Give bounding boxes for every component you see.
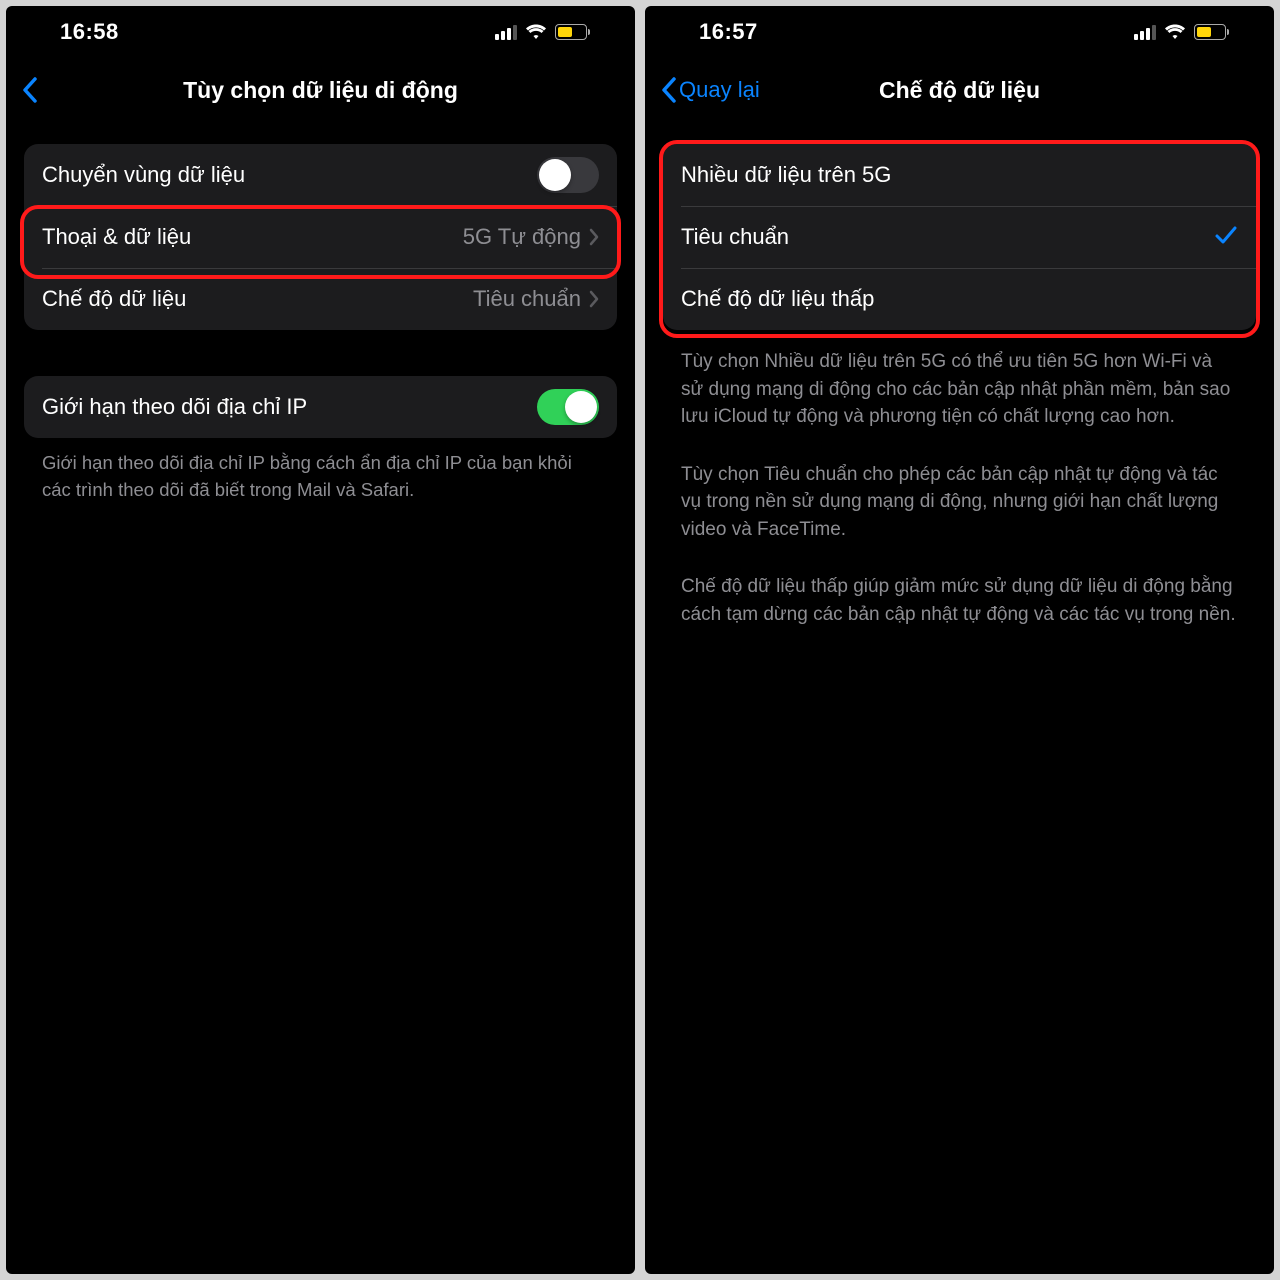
row-value: 5G Tự động bbox=[463, 224, 581, 250]
chevron-right-icon bbox=[589, 290, 599, 308]
settings-group-1: Chuyển vùng dữ liệu Thoại & dữ liệu 5G T… bbox=[24, 144, 617, 330]
chevron-right-icon bbox=[589, 228, 599, 246]
chevron-left-icon bbox=[661, 77, 677, 103]
row-data-roaming[interactable]: Chuyển vùng dữ liệu bbox=[24, 144, 617, 206]
signal-icon bbox=[1134, 24, 1156, 40]
footer-p2: Tùy chọn Tiêu chuẩn cho phép các bản cập… bbox=[681, 461, 1238, 544]
option-label: Nhiều dữ liệu trên 5G bbox=[681, 162, 891, 188]
chevron-left-icon bbox=[22, 77, 38, 103]
content: Chuyển vùng dữ liệu Thoại & dữ liệu 5G T… bbox=[6, 122, 635, 504]
content: Nhiều dữ liệu trên 5G Tiêu chuẩn Chế độ … bbox=[645, 122, 1274, 658]
row-limit-ip[interactable]: Giới hạn theo dõi địa chỉ IP bbox=[24, 376, 617, 438]
status-bar: 16:58 bbox=[6, 6, 635, 58]
page-title: Chế độ dữ liệu bbox=[879, 77, 1040, 104]
back-label: Quay lại bbox=[679, 77, 760, 103]
footer-p3: Chế độ dữ liệu thấp giúp giảm mức sử dụn… bbox=[681, 573, 1238, 628]
row-value: Tiêu chuẩn bbox=[473, 286, 581, 312]
option-low-data[interactable]: Chế độ dữ liệu thấp bbox=[663, 268, 1256, 330]
option-standard[interactable]: Tiêu chuẩn bbox=[663, 206, 1256, 268]
signal-icon bbox=[495, 24, 517, 40]
status-icons bbox=[495, 24, 587, 40]
phone-left: 16:58 Tùy chọn dữ liệu di động Chuyển vù… bbox=[6, 6, 635, 1274]
status-time: 16:57 bbox=[699, 19, 758, 45]
row-data-mode[interactable]: Chế độ dữ liệu Tiêu chuẩn bbox=[24, 268, 617, 330]
battery-icon bbox=[1194, 24, 1226, 40]
status-bar: 16:57 bbox=[645, 6, 1274, 58]
nav-bar: Tùy chọn dữ liệu di động bbox=[6, 58, 635, 122]
page-title: Tùy chọn dữ liệu di động bbox=[183, 77, 458, 104]
footer-p1: Tùy chọn Nhiều dữ liệu trên 5G có thể ưu… bbox=[681, 348, 1238, 431]
row-label: Chuyển vùng dữ liệu bbox=[42, 162, 245, 188]
back-button[interactable] bbox=[22, 77, 38, 103]
wifi-icon bbox=[1164, 24, 1186, 40]
settings-group-2: Giới hạn theo dõi địa chỉ IP bbox=[24, 376, 617, 438]
option-label: Tiêu chuẩn bbox=[681, 224, 789, 250]
toggle-roaming[interactable] bbox=[537, 157, 599, 193]
row-label: Chế độ dữ liệu bbox=[42, 286, 186, 312]
status-icons bbox=[1134, 24, 1226, 40]
footer-description: Tùy chọn Nhiều dữ liệu trên 5G có thể ưu… bbox=[663, 348, 1256, 628]
row-label: Giới hạn theo dõi địa chỉ IP bbox=[42, 394, 307, 420]
battery-icon bbox=[555, 24, 587, 40]
row-label: Thoại & dữ liệu bbox=[42, 224, 191, 250]
phone-right: 16:57 Quay lại Chế độ dữ liệu Nhiều dữ l… bbox=[645, 6, 1274, 1274]
options-group: Nhiều dữ liệu trên 5G Tiêu chuẩn Chế độ … bbox=[663, 144, 1256, 330]
toggle-limit-ip[interactable] bbox=[537, 389, 599, 425]
back-button[interactable]: Quay lại bbox=[661, 77, 760, 103]
check-icon bbox=[1214, 221, 1238, 253]
status-time: 16:58 bbox=[60, 19, 119, 45]
nav-bar: Quay lại Chế độ dữ liệu bbox=[645, 58, 1274, 122]
option-more-data-5g[interactable]: Nhiều dữ liệu trên 5G bbox=[663, 144, 1256, 206]
row-voice-data[interactable]: Thoại & dữ liệu 5G Tự động bbox=[24, 206, 617, 268]
footer-text: Giới hạn theo dõi địa chỉ IP bằng cách ẩ… bbox=[24, 438, 617, 504]
wifi-icon bbox=[525, 24, 547, 40]
option-label: Chế độ dữ liệu thấp bbox=[681, 286, 874, 312]
